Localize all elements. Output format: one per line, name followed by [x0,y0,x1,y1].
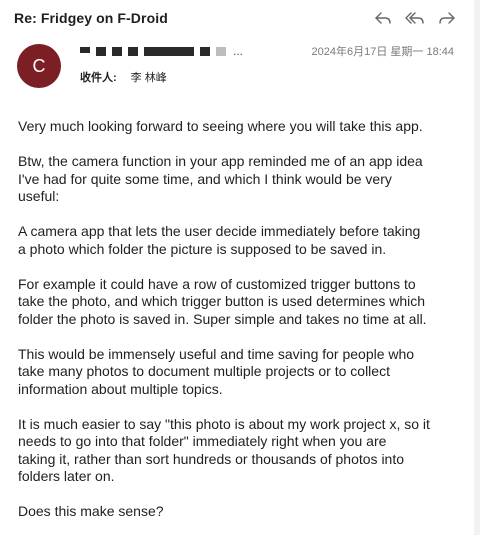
reply-icon[interactable] [372,8,394,28]
email-window: Re: Fridgey on F-Droid C ... 2024年6月17日 … [0,0,480,535]
avatar-initial: C [32,55,46,76]
redaction-block [112,47,122,56]
forward-icon[interactable] [436,8,458,28]
recipients-value[interactable]: 李 林峰 [131,69,167,85]
message-actions [372,8,458,28]
body-paragraph: This would be immensely useful and time … [18,345,415,397]
email-body: Very much looking forward to seeing wher… [18,118,458,538]
redaction-block [216,47,226,56]
redaction-block [200,47,210,56]
body-paragraph: Btw, the camera function in your app rem… [18,153,423,204]
sender-ellipsis: ... [233,44,244,58]
email-subject: Re: Fridgey on F-Droid [14,10,168,26]
redaction-block [128,47,138,56]
message-date: 2024年6月17日 星期一 18:44 [311,46,454,58]
reply-all-icon[interactable] [404,8,426,28]
redaction-block [80,46,90,53]
body-paragraph: For example it could have a row of custo… [18,275,427,327]
recipients-line: 收件人: 李 林峰 [80,69,167,85]
recipients-label: 收件人: [80,72,117,84]
redaction-block [144,47,194,56]
body-paragraph: It is much easier to say "this photo is … [18,415,430,485]
redaction-block [96,47,106,56]
sender-avatar: C [17,44,61,88]
body-paragraph: Very much looking forward to seeing wher… [18,118,423,134]
body-paragraph: Does this make sense? [18,503,164,519]
body-paragraph: A camera app that lets the user decide i… [18,223,421,257]
sender-name-redacted[interactable]: ... [80,44,244,58]
